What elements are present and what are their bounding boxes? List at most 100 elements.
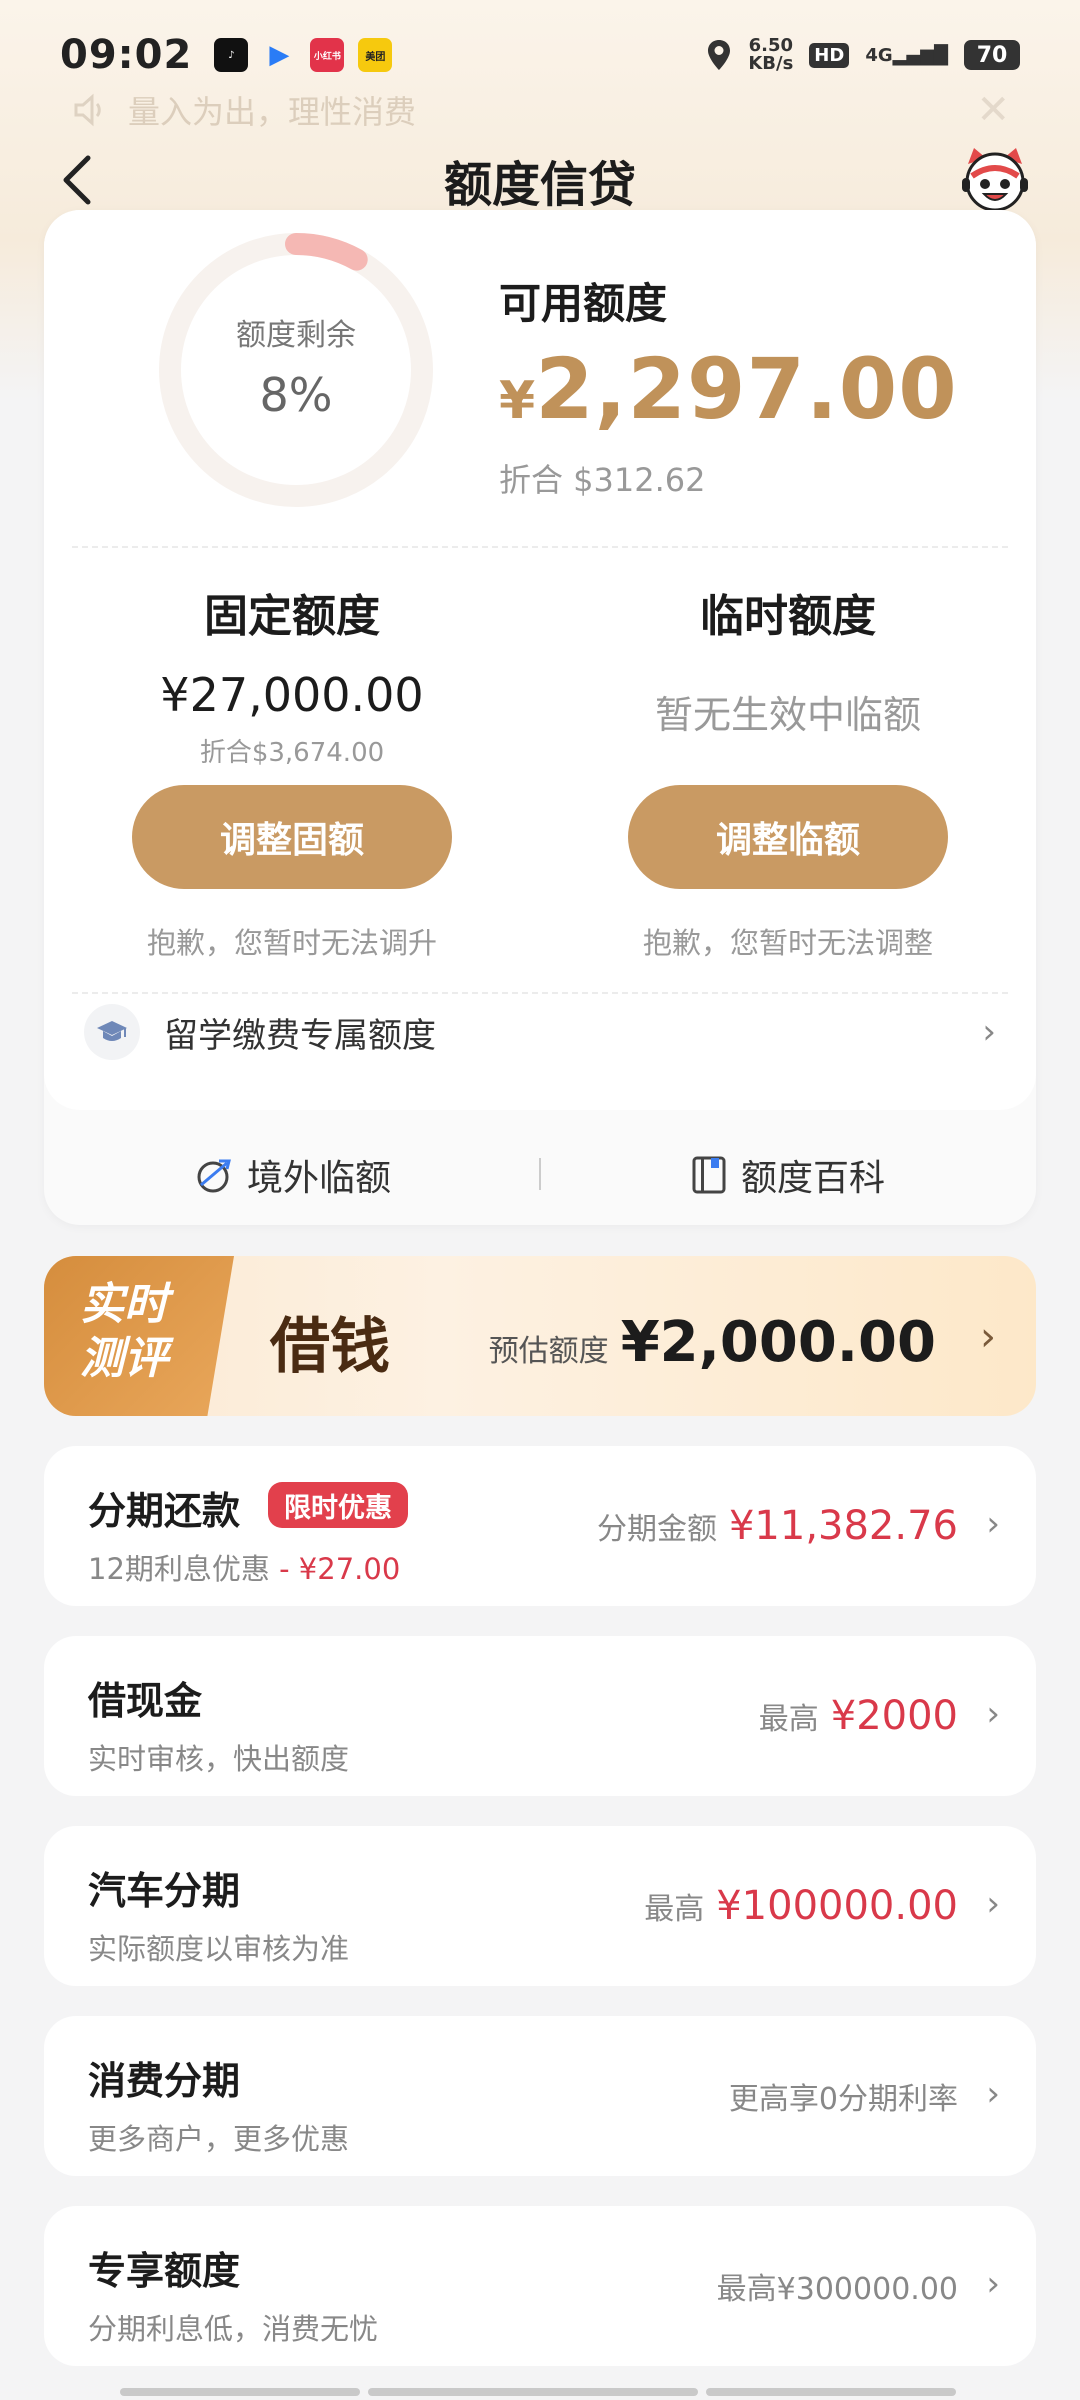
limit-wiki-link[interactable]: 额度百科 — [540, 1149, 1036, 1201]
realtime-eval-tag: 实时 测评 — [44, 1256, 234, 1416]
speaker-icon — [74, 93, 101, 127]
chevron-right-icon: › — [986, 2264, 1000, 2304]
borrow-estimate-amount: ¥2,000.00 — [620, 1310, 936, 1375]
location-icon — [708, 40, 731, 70]
battery-icon: 70 — [964, 40, 1020, 70]
mascot-icon[interactable] — [960, 146, 1030, 214]
tab-indicator — [706, 2388, 956, 2396]
car-installment-card[interactable]: 汽车分期 实际额度以审核为准 最高 ¥100000.00 › — [44, 1826, 1036, 1986]
installment-repay-subtitle-text: 12期利息优惠 — [88, 1552, 270, 1586]
hd-badge: HD — [809, 42, 850, 68]
book-icon — [692, 1156, 726, 1194]
temp-limit-note: 抱歉，您暂时无法调整 — [642, 926, 933, 960]
installment-discount: - ¥27.00 — [279, 1552, 401, 1586]
temp-limit-column: 临时额度 暂无生效中临额 — [540, 580, 1036, 739]
currency-symbol: ¥ — [499, 371, 536, 431]
chevron-right-icon: › — [982, 1012, 996, 1052]
ring-label: 额度剩余 — [236, 318, 356, 353]
temp-limit-status: 暂无生效中临额 — [654, 693, 921, 737]
cash-loan-max: 最高 ¥2000 — [759, 1636, 958, 1796]
study-abroad-limit-row[interactable]: 留学缴费专属额度 › — [84, 992, 996, 1072]
xiaohongshu-icon: 小红书 — [310, 38, 345, 72]
credit-summary-inner: 额度剩余 8% 可用额度 ¥2,297.00 折合 $312.62 固定额度 ¥… — [44, 210, 1036, 1110]
fixed-limit-title: 固定额度 — [204, 591, 380, 642]
realtime-eval-line2: 测评 — [80, 1333, 168, 1384]
cash-loan-card[interactable]: 借现金 实时审核，快出额度 最高 ¥2000 › — [44, 1636, 1036, 1796]
divider — [539, 1158, 541, 1190]
fixed-limit-column: 固定额度 ¥27,000.00 折合$3,674.00 — [44, 580, 540, 769]
borrow-title: 借钱 — [270, 1312, 390, 1382]
borrow-estimate-label: 预估额度 — [488, 1334, 609, 1369]
exclusive-limit-max-text: 最高¥300000.00 — [716, 2272, 958, 2307]
chevron-right-icon: › — [980, 1314, 996, 1360]
consumer-installment-subtitle: 更多商户，更多优惠 — [88, 2122, 350, 2156]
fixed-limit-note: 抱歉，您暂时无法调升 — [146, 926, 437, 960]
signal-icon: 4G▂▄▆█ — [865, 44, 948, 66]
page-header: 额度信贷 — [0, 140, 1080, 220]
car-installment-max: 最高 ¥100000.00 — [644, 1826, 958, 1986]
exclusive-limit-title: 专享额度 — [88, 2249, 241, 2293]
signal-label: 4G — [865, 44, 893, 66]
car-installment-subtitle: 实际额度以审核为准 — [88, 1932, 350, 1966]
bottom-tab-indicators — [120, 2388, 960, 2396]
graduation-cap-icon — [84, 1004, 140, 1060]
credit-summary-card: 额度剩余 8% 可用额度 ¥2,297.00 折合 $312.62 固定额度 ¥… — [44, 210, 1036, 1225]
tab-indicator — [368, 2388, 698, 2396]
car-installment-max-label: 最高 — [644, 1892, 705, 1927]
borrow-estimate: 预估额度 ¥2,000.00 — [489, 1310, 936, 1375]
back-icon[interactable] — [56, 154, 96, 206]
status-app-icons: ♪ ▶ 小红书 美团 — [214, 38, 393, 72]
meituan-icon: 美团 — [358, 38, 393, 72]
video-app-icon: ▶ — [269, 40, 290, 70]
close-icon[interactable]: ✕ — [976, 87, 1010, 133]
ring-center: 额度剩余 8% — [156, 310, 436, 422]
exclusive-limit-card[interactable]: 专享额度 分期利息低，消费无忧 最高¥300000.00 › — [44, 2206, 1036, 2366]
available-amount-value: 2,297.00 — [535, 340, 958, 438]
notice-text: 量入为出，理性消费 — [128, 93, 417, 131]
available-usd: 折合 $312.62 — [499, 461, 706, 499]
car-installment-title: 汽车分期 — [88, 1869, 241, 1913]
tab-indicator — [120, 2388, 360, 2396]
plane-globe-icon — [197, 1159, 231, 1193]
consumer-installment-card[interactable]: 消费分期 更多商户，更多优惠 更高享0分期利率 › — [44, 2016, 1036, 2176]
chevron-right-icon: › — [986, 1694, 1000, 1734]
adjust-temp-button[interactable]: 调整临额 — [628, 785, 948, 889]
installment-amount: 分期金额 ¥11,382.76 — [597, 1446, 958, 1606]
installment-amount-label: 分期金额 — [596, 1512, 717, 1547]
divider — [72, 546, 1008, 548]
cash-loan-max-label: 最高 — [758, 1702, 819, 1737]
status-time: 09:02 — [60, 32, 193, 78]
installment-amount-value: ¥11,382.76 — [728, 1503, 958, 1549]
page-title: 额度信贷 — [443, 157, 636, 213]
car-installment-max-value: ¥100000.00 — [716, 1883, 958, 1929]
cash-loan-subtitle: 实时审核，快出额度 — [88, 1742, 350, 1776]
limit-wiki-label: 额度百科 — [740, 1158, 885, 1199]
exclusive-limit-subtitle: 分期利息低，消费无忧 — [88, 2312, 379, 2346]
adjust-fixed-button[interactable]: 调整固额 — [132, 785, 452, 889]
tiktok-icon: ♪ — [214, 38, 249, 72]
cash-loan-max-value: ¥2000 — [830, 1693, 958, 1739]
borrow-money-banner[interactable]: 实时 测评 借钱 预估额度 ¥2,000.00 › — [44, 1256, 1036, 1416]
fixed-limit-usd: 折合$3,674.00 — [199, 738, 385, 768]
status-indicators: 6.50 KB/s HD 4G▂▄▆█ 70 — [706, 37, 1020, 73]
consumer-installment-promo: 更高享0分期利率 — [729, 2016, 958, 2176]
exclusive-limit-max: 最高¥300000.00 — [717, 2206, 958, 2366]
network-speed: 6.50 KB/s — [748, 37, 793, 73]
consumer-installment-title: 消费分期 — [88, 2059, 241, 2103]
notice-bar: 量入为出，理性消费 ✕ — [70, 85, 1010, 135]
available-label: 可用额度 — [499, 279, 668, 328]
installment-repay-card[interactable]: 分期还款 限时优惠 12期利息优惠 - ¥27.00 分期金额 ¥11,382.… — [44, 1446, 1036, 1606]
overseas-temp-limit-link[interactable]: 境外临额 — [44, 1149, 540, 1201]
ring-percent: 8% — [259, 368, 333, 422]
fixed-limit-amount: ¥27,000.00 — [160, 668, 424, 722]
chevron-right-icon: › — [986, 1504, 1000, 1544]
overseas-temp-limit-label: 境外临额 — [246, 1158, 391, 1199]
installment-repay-title: 分期还款 — [88, 1489, 241, 1533]
network-speed-unit: KB/s — [748, 53, 794, 74]
consumer-installment-promo-text: 更高享0分期利率 — [728, 2082, 958, 2117]
temp-limit-title: 临时额度 — [700, 591, 876, 642]
study-abroad-label: 留学缴费专属额度 — [164, 1015, 436, 1056]
realtime-eval-line1: 实时 — [80, 1279, 168, 1330]
installment-repay-subtitle: 12期利息优惠 - ¥27.00 — [88, 1546, 400, 1588]
chevron-right-icon: › — [986, 2074, 1000, 2114]
